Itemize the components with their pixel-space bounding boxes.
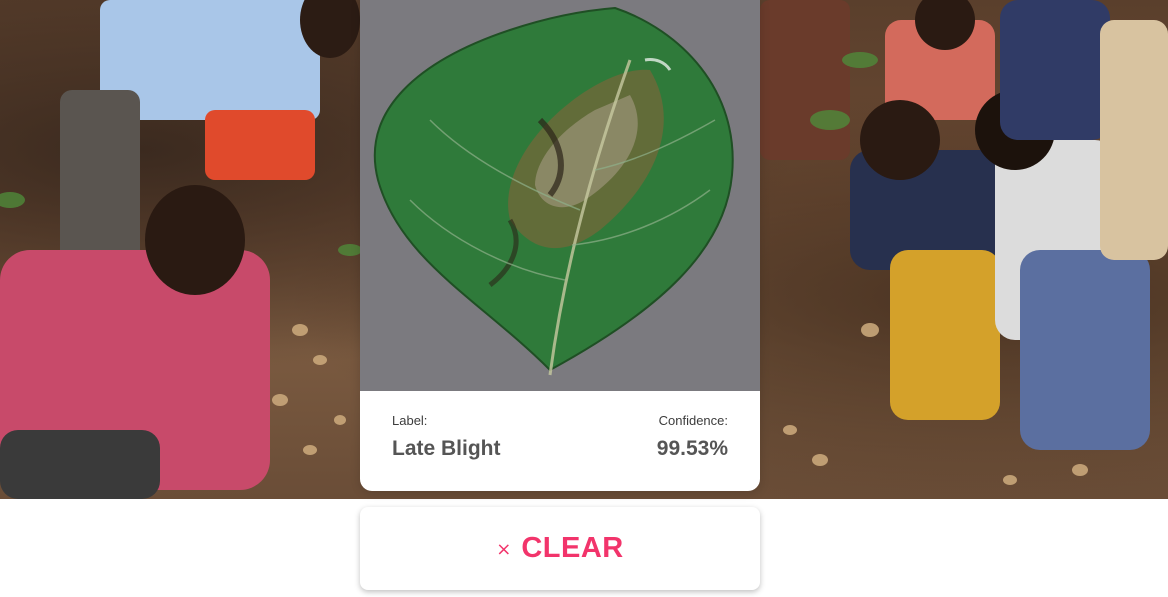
clear-button[interactable]: × CLEAR [360, 507, 760, 590]
leaf-image [360, 0, 760, 391]
result-info: Label: Late Blight Confidence: 99.53% [360, 391, 760, 491]
label-value: Late Blight [392, 437, 501, 460]
confidence-column: Confidence: 99.53% [657, 413, 728, 461]
label-column: Label: Late Blight [392, 413, 501, 461]
confidence-value: 99.53% [656, 437, 728, 460]
confidence-title: Confidence: [658, 413, 728, 428]
prediction-card: Label: Late Blight Confidence: 99.53% [360, 0, 760, 491]
close-icon: × [496, 539, 512, 560]
clear-button-label: CLEAR [521, 532, 624, 564]
label-title: Label: [392, 413, 428, 428]
diseased-leaf-illustration [360, 0, 760, 391]
